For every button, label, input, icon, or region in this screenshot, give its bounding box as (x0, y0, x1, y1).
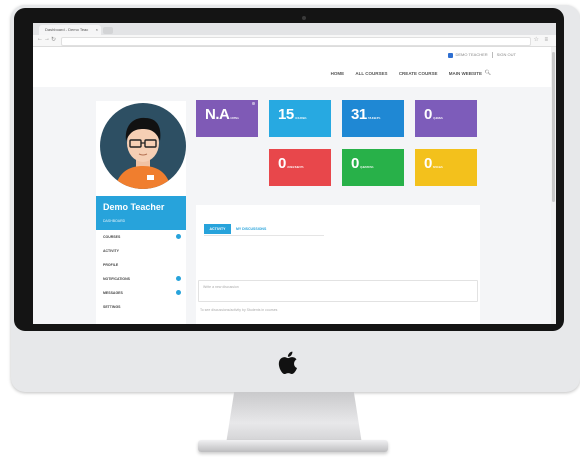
stat-value: 0 (278, 155, 286, 172)
stat-value: 31 (351, 106, 367, 123)
sidebar-item-courses[interactable]: COURSES (103, 235, 120, 239)
count-badge (176, 276, 181, 281)
forward-icon[interactable]: → (44, 36, 50, 42)
activity-note: To see discussions/activity by Students … (200, 308, 278, 312)
browser-toolbar: ← → ↻ ☆ ≡ (33, 35, 556, 47)
browser-tab-strip: Dashboard - Demo Teac × (33, 23, 556, 35)
stat-tile-badges[interactable]: 0BADGES (415, 149, 477, 186)
stat-label: QUIZZES (432, 116, 443, 120)
sidebar-item-profile[interactable]: PROFILE (103, 263, 118, 267)
user-bar: DEMO TEACHER SIGN OUT (447, 52, 516, 58)
reload-icon[interactable]: ↻ (51, 36, 56, 43)
stat-label: BADGES (432, 165, 443, 169)
stat-value: N.A (205, 106, 230, 123)
stat-tile-students[interactable]: 31STUDENTS (342, 100, 404, 137)
imac-stand (226, 392, 362, 444)
stat-label: ASSIGNMENTS (286, 165, 304, 169)
sidebar-item-messages[interactable]: MESSAGES (103, 291, 123, 295)
stat-label: STUDENTS (367, 116, 381, 120)
screen: Dashboard - Demo Teac × ← → ↻ ☆ ≡ DEMO T… (33, 23, 556, 324)
profile-role[interactable]: DASHBOARD (103, 219, 125, 223)
apple-logo-icon (278, 351, 298, 375)
stat-label: RATING (230, 116, 239, 120)
profile-name: Demo Teacher (103, 202, 165, 212)
discussion-input[interactable]: Write a new discussion (198, 280, 478, 302)
back-icon[interactable]: ← (37, 36, 43, 42)
site-header: DEMO TEACHER SIGN OUT HOME ALL COURSES CR… (33, 47, 556, 87)
imac-stand-base (198, 440, 388, 452)
count-badge (176, 234, 181, 239)
tab-activity[interactable]: ACTIVITY (204, 224, 231, 234)
close-icon[interactable]: × (96, 25, 98, 35)
info-icon (252, 102, 255, 105)
count-badge (176, 290, 181, 295)
signout-link[interactable]: SIGN OUT (497, 52, 516, 57)
stat-value: 15 (278, 106, 294, 123)
nav-item-all-courses[interactable]: ALL COURSES (355, 71, 387, 76)
user-link[interactable]: DEMO TEACHER (456, 52, 488, 57)
stat-tile-quizzes[interactable]: 0QUIZZES (415, 100, 477, 137)
nav-item-create-course[interactable]: CREATE COURSE (399, 71, 438, 76)
avatar (100, 103, 186, 189)
stat-label: QUESTIONS (359, 165, 374, 169)
user-icon (447, 52, 453, 58)
profile-header: Demo Teacher DASHBOARD (96, 196, 186, 230)
sidebar-item-notifications[interactable]: NOTIFICATIONS (103, 277, 130, 281)
discussion-placeholder: Write a new discussion (203, 285, 239, 289)
stat-tile-questions[interactable]: 0QUESTIONS (342, 149, 404, 186)
main-nav: HOME ALL COURSES CREATE COURSE MAIN WEBS… (321, 71, 482, 76)
nav-item-main-website[interactable]: MAIN WEBSITE (449, 71, 482, 76)
stat-tile-rating[interactable]: N.ARATING (196, 100, 258, 137)
profile-card (96, 101, 186, 196)
sidebar-menu: COURSES ACTIVITY PROFILE NOTIFICATIONS M… (96, 230, 186, 324)
stat-value: 0 (351, 155, 359, 172)
stat-value: 0 (424, 106, 432, 123)
scrollbar[interactable] (551, 47, 556, 324)
stat-tile-courses[interactable]: 15COURSES (269, 100, 331, 137)
stat-value: 0 (424, 155, 432, 172)
sidebar-item-activity[interactable]: ACTIVITY (103, 249, 119, 253)
scroll-thumb[interactable] (552, 52, 555, 202)
activity-panel: ACTIVITY MY DISCUSSIONS Write a new disc… (196, 205, 480, 324)
menu-icon[interactable]: ☆ ≡ (533, 36, 550, 43)
stat-tile-assignments[interactable]: 0ASSIGNMENTS (269, 149, 331, 186)
browser-tab-title: Dashboard - Demo Teac (45, 27, 89, 32)
sidebar-item-settings[interactable]: SETTINGS (103, 305, 121, 309)
nav-item-home[interactable]: HOME (331, 71, 345, 76)
browser-tab[interactable]: Dashboard - Demo Teac × (39, 25, 101, 35)
new-tab-button[interactable] (103, 27, 113, 34)
webcam (302, 16, 306, 20)
search-icon[interactable]: 🔍︎ (485, 70, 491, 76)
divider (491, 52, 493, 58)
url-bar[interactable] (61, 37, 531, 46)
stat-label: COURSES (294, 116, 307, 120)
divider (204, 235, 324, 236)
tab-my-discussions[interactable]: MY DISCUSSIONS (236, 224, 266, 234)
